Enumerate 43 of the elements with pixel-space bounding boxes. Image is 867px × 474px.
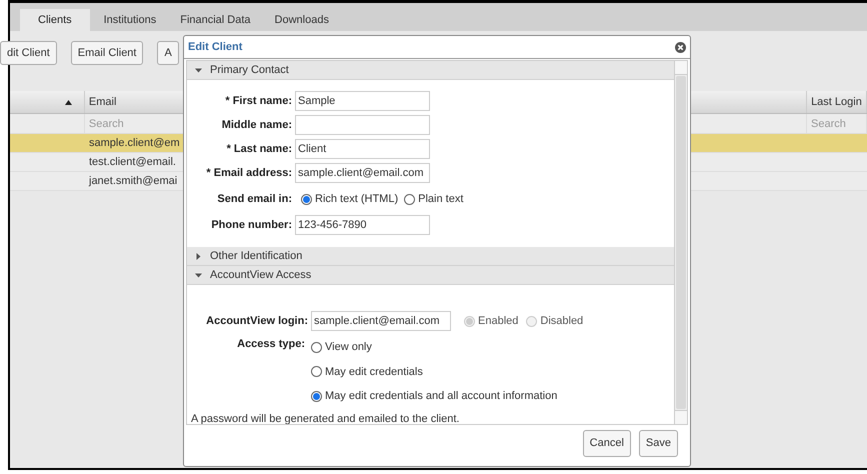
section-header[interactable]: Primary Contact [187, 61, 674, 80]
radio-option[interactable]: Plain text [404, 190, 464, 208]
dialog-button[interactable]: Cancel [582, 430, 631, 457]
field-label: AccountView login: [205, 314, 309, 329]
field-label: Access type: [236, 337, 306, 352]
collapsed-triangle-icon[interactable] [195, 252, 202, 260]
scrollbar[interactable] [674, 61, 687, 424]
tab[interactable]: Financial Data [170, 9, 261, 31]
section-header[interactable]: Other Identification [187, 247, 674, 266]
field-label: * First name: [224, 94, 293, 109]
input-field[interactable]: Sample [295, 91, 430, 111]
radio-option[interactable]: May edit credentials [311, 364, 558, 380]
table-cell-text: test.client@email. [88, 155, 176, 170]
input-field[interactable]: sample.client@email.com [295, 163, 430, 183]
radio-option[interactable]: May edit credentials and all account information [311, 388, 558, 404]
sort-arrow-icon[interactable] [64, 100, 72, 104]
toolbar-button[interactable]: dit Client [0, 41, 57, 65]
column-header[interactable]: Last Login [807, 91, 867, 113]
dialog-button[interactable]: Save [638, 430, 678, 457]
info-text: A password will be generated and emailed to the client. [190, 412, 460, 424]
close-icon[interactable] [675, 42, 686, 52]
tab[interactable]: Downloads [264, 9, 339, 31]
toolbar-button[interactable]: A [157, 41, 179, 65]
section-header[interactable]: AccountView Access [187, 266, 674, 285]
toolbar-button[interactable]: Email Client [70, 41, 144, 65]
tab[interactable]: Clients [20, 9, 90, 31]
field-label: * Last name: [226, 142, 293, 157]
field-label: Middle name: [220, 118, 293, 133]
table-cell-text: janet.smith@emai [88, 174, 178, 189]
tab[interactable]: Institutions [94, 9, 166, 31]
input-field[interactable]: Client [295, 139, 430, 159]
field-label: * Email address: [205, 166, 293, 181]
field-label: Phone number: [210, 218, 293, 233]
input-field[interactable]: sample.client@email.com [311, 311, 451, 331]
field-label: Send email in: [216, 192, 293, 207]
dialog-title: Edit Client [188, 40, 242, 55]
radio-option[interactable]: View only [311, 339, 558, 356]
radio-option[interactable]: Rich text (HTML) [301, 190, 398, 208]
input-field[interactable]: 123-456-7890 [295, 215, 430, 235]
expanded-triangle-icon[interactable] [195, 66, 202, 74]
input-field[interactable] [295, 115, 430, 135]
table-cell-text: sample.client@em [88, 136, 180, 151]
expanded-triangle-icon[interactable] [195, 272, 202, 278]
